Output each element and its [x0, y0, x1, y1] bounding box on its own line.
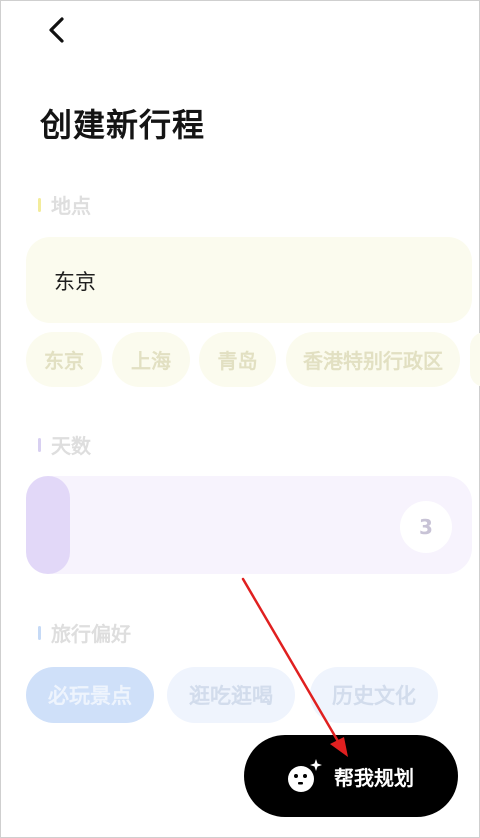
- chevron-left-icon: [49, 17, 64, 43]
- preference-chip-food[interactable]: 逛吃逛喝: [167, 667, 295, 723]
- location-label-text: 地点: [51, 194, 91, 218]
- days-slider[interactable]: 3: [26, 476, 472, 574]
- preference-chip-sightseeing[interactable]: 必玩景点: [26, 667, 154, 723]
- preference-accent-bar: [38, 625, 41, 640]
- location-chip-more[interactable]: [470, 332, 480, 387]
- days-accent-bar: [38, 437, 41, 452]
- plan-for-me-label: 帮我规划: [334, 765, 414, 790]
- preference-label: 旅行偏好: [38, 618, 131, 647]
- location-input[interactable]: 东京: [26, 237, 472, 323]
- location-chip-3[interactable]: 青岛: [199, 332, 276, 387]
- days-label-text: 天数: [51, 434, 91, 458]
- location-chip-4[interactable]: 香港特别行政区: [286, 332, 460, 387]
- preference-label-text: 旅行偏好: [51, 622, 131, 646]
- back-button[interactable]: [40, 12, 76, 48]
- preference-chip-history[interactable]: 历史文化: [310, 667, 438, 723]
- location-label: 地点: [38, 190, 91, 219]
- days-slider-fill[interactable]: [26, 476, 70, 574]
- smiley-sparkle-icon: [288, 759, 322, 792]
- location-accent-bar: [38, 197, 41, 212]
- location-chip-1[interactable]: 东京: [26, 332, 102, 387]
- days-value-bubble: 3: [400, 501, 452, 553]
- page-title: 创建新行程: [40, 106, 206, 144]
- location-input-value: 东京: [54, 270, 96, 294]
- plan-for-me-button[interactable]: 帮我规划: [244, 735, 458, 817]
- days-label: 天数: [38, 430, 91, 459]
- location-chip-2[interactable]: 上海: [112, 332, 190, 387]
